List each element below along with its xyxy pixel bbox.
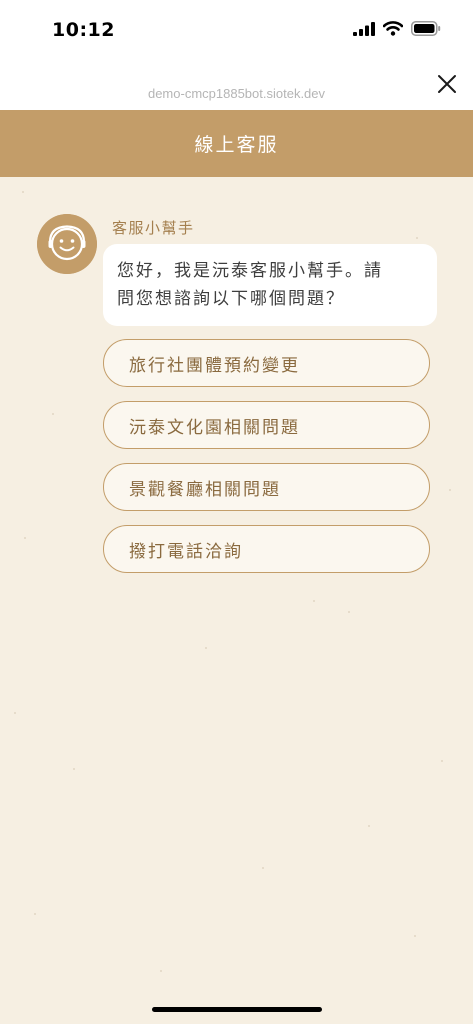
- chat-header: 線上客服: [0, 110, 473, 177]
- option-restaurant-questions[interactable]: 景觀餐廳相關問題: [103, 463, 430, 511]
- url-text: demo-cmcp1885bot.siotek.dev: [147, 86, 326, 101]
- paper-speck: [262, 867, 264, 869]
- message-line: 您好，我是沅泰客服小幫手。請: [117, 261, 383, 281]
- paper-speck: [52, 413, 54, 415]
- paper-speck: [313, 600, 315, 602]
- paper-speck: [14, 712, 16, 714]
- status-time: 10:12: [52, 19, 115, 41]
- page-title: 線上客服: [194, 134, 279, 156]
- home-indicator[interactable]: [152, 1007, 322, 1012]
- paper-speck: [416, 237, 418, 239]
- chat-area: 客服小幫手 您好，我是沅泰客服小幫手。請 問您想諮詢以下哪個問題？ 旅行社團體預…: [0, 177, 473, 1024]
- paper-speck: [441, 760, 443, 762]
- paper-speck: [24, 537, 26, 539]
- browser-url-bar: demo-cmcp1885bot.siotek.dev: [0, 58, 473, 110]
- paper-speck: [22, 191, 24, 193]
- message-line: 問您想諮詢以下哪個問題？: [117, 289, 345, 309]
- paper-speck: [160, 970, 162, 972]
- paper-speck: [205, 647, 207, 649]
- paper-speck: [368, 825, 370, 827]
- paper-speck: [449, 489, 451, 491]
- wifi-icon: [383, 21, 403, 36]
- option-group-booking-change[interactable]: 旅行社團體預約變更: [103, 339, 430, 387]
- paper-speck: [34, 913, 36, 915]
- cellular-signal-icon: [353, 21, 375, 36]
- bot-name: 客服小幫手: [112, 219, 195, 237]
- status-bar: 10:12: [0, 0, 473, 58]
- option-culture-park-questions[interactable]: 沅泰文化園相關問題: [103, 401, 430, 449]
- paper-speck: [348, 611, 350, 613]
- status-icons: [353, 21, 441, 36]
- battery-icon: [411, 21, 441, 36]
- close-icon[interactable]: [435, 72, 459, 96]
- message-bubble: 您好，我是沅泰客服小幫手。請 問您想諮詢以下哪個問題？: [103, 244, 437, 326]
- paper-speck: [414, 935, 416, 937]
- option-call-phone[interactable]: 撥打電話洽詢: [103, 525, 430, 573]
- paper-speck: [73, 768, 75, 770]
- bot-avatar: [37, 214, 97, 274]
